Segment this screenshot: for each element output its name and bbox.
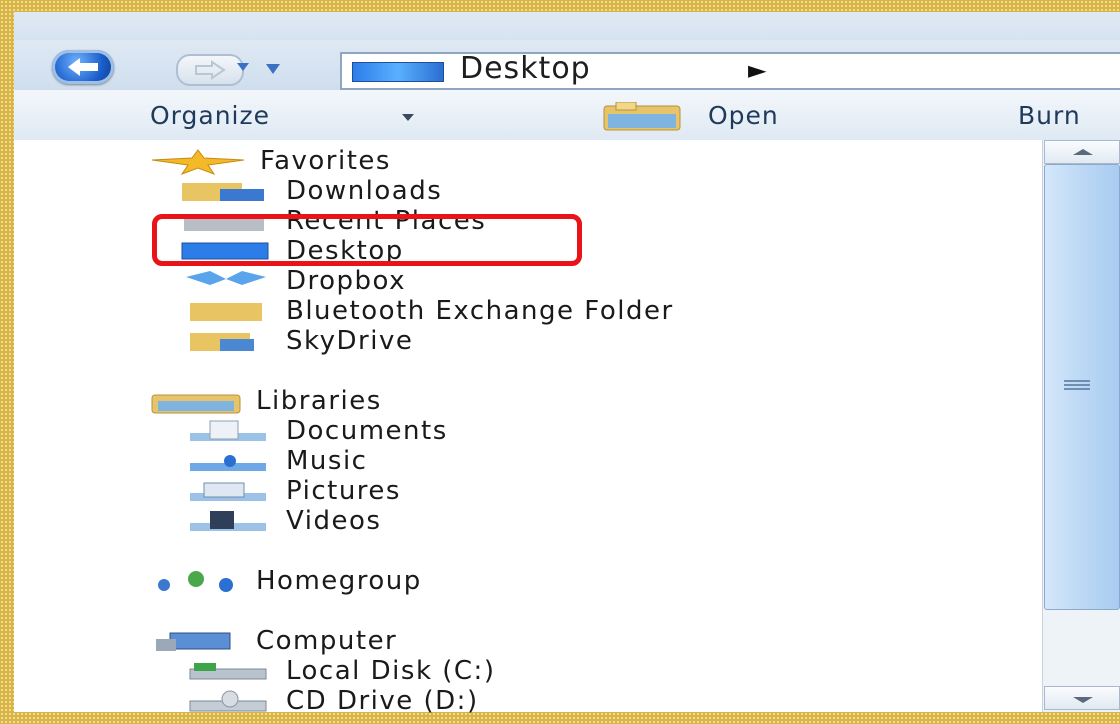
open-folder-icon [603,102,681,131]
history-dropdown-icon[interactable] [262,52,332,86]
nav-item-label: CD Drive (D:) [286,686,479,716]
nav-item-label: Local Disk (C:) [286,656,496,686]
open-button[interactable]: Open [708,96,779,136]
recent-pages-dropdown[interactable] [236,62,250,72]
pictures-icon [180,479,272,503]
homegroup-icon [150,569,242,593]
address-breadcrumb-arrow[interactable]: ► [748,55,766,85]
nav-item-dropbox[interactable]: Dropbox [180,266,406,296]
organize-button[interactable]: Organize [150,96,270,136]
downloads-folder-icon [180,179,272,203]
scroll-grip-icon [1064,380,1090,390]
nav-item-label: SkyDrive [286,326,414,356]
music-icon [180,449,272,473]
documents-icon [180,419,272,443]
libraries-header[interactable]: Libraries [150,386,382,416]
nav-item-label: Bluetooth Exchange Folder [286,296,674,326]
nav-item-bluetooth[interactable]: Bluetooth Exchange Folder [180,296,674,326]
back-button[interactable] [52,50,114,84]
address-box[interactable] [340,52,1120,90]
nav-item-label: Pictures [286,476,401,506]
favorites-header[interactable]: Favorites [150,146,391,176]
nav-item-label: Downloads [286,176,443,206]
hard-drive-icon [180,659,272,683]
nav-item-cd-drive[interactable]: CD Drive (D:) [180,686,479,716]
skydrive-icon [180,329,272,353]
library-icon [150,389,242,414]
nav-item-skydrive[interactable]: SkyDrive [180,326,413,356]
back-arrow-icon [68,58,98,76]
dropbox-icon [180,269,272,293]
cd-drive-icon [180,689,272,713]
star-icon [150,149,246,176]
nav-item-pictures[interactable]: Pictures [180,476,401,506]
homegroup-label: Homegroup [256,566,422,596]
homegroup-header[interactable]: Homegroup [150,566,422,596]
nav-item-label: Documents [286,416,448,446]
libraries-label: Libraries [256,386,382,416]
nav-item-label: Music [286,446,368,476]
videos-icon [180,509,272,533]
forward-arrow-icon [195,60,226,80]
nav-item-downloads[interactable]: Downloads [180,176,442,206]
favorites-label: Favorites [260,146,391,176]
burn-button[interactable]: Burn [1018,96,1081,136]
nav-item-label: Dropbox [286,266,407,296]
folder-icon [180,299,272,323]
computer-icon [150,629,242,653]
nav-item-documents[interactable]: Documents [180,416,448,446]
organize-caret-icon [402,114,414,121]
desktop-highlight-annotation [152,214,582,266]
scroll-up-button[interactable] [1044,140,1120,164]
address-location[interactable]: Desktop [460,52,591,86]
computer-label: Computer [256,626,398,656]
nav-item-local-disk[interactable]: Local Disk (C:) [180,656,495,686]
nav-item-label: Videos [286,506,382,536]
chevron-up-icon [1073,149,1093,155]
desktop-location-icon [352,62,444,82]
forward-button[interactable] [176,54,244,86]
nav-item-videos[interactable]: Videos [180,506,381,536]
computer-header[interactable]: Computer [150,626,397,656]
chevron-down-icon [1073,697,1093,703]
nav-item-music[interactable]: Music [180,446,367,476]
scroll-down-button[interactable] [1044,686,1120,710]
